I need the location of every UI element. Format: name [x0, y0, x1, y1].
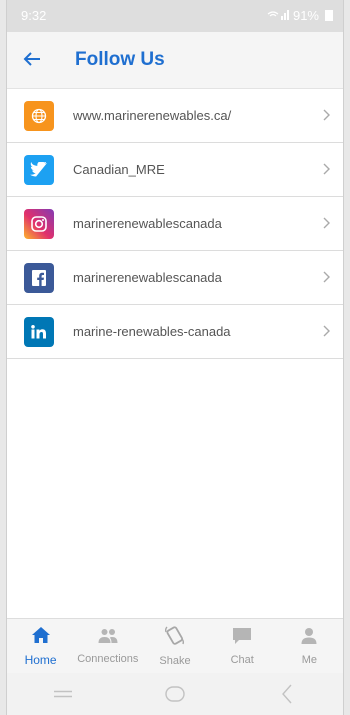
chevron-right-icon [323, 213, 331, 234]
people-icon [97, 628, 119, 649]
chat-icon [232, 627, 252, 650]
chevron-right-icon [323, 321, 331, 342]
tab-label: Connections [77, 652, 139, 665]
shake-phone-icon [164, 625, 186, 651]
link-row-twitter[interactable]: Canadian_MRE [7, 143, 343, 197]
status-time: 9:32 [21, 8, 47, 23]
tab-chat[interactable]: Chat [209, 619, 276, 673]
link-row-facebook[interactable]: marinerenewablescanada [7, 251, 343, 305]
recent-apps-icon[interactable] [48, 679, 78, 709]
bottom-tab-bar: Home Connections Shake Chat Me [7, 618, 343, 673]
link-row-instagram[interactable]: marinerenewablescanada [7, 197, 343, 251]
social-links-list: www.marinerenewables.ca/ Canadian_MRE ma… [7, 89, 343, 359]
status-right: 91% [267, 8, 333, 23]
status-bar: 9:32 91% [7, 0, 343, 32]
instagram-icon [24, 208, 54, 239]
battery-percent: 91% [292, 8, 319, 23]
link-row-website[interactable]: www.marinerenewables.ca/ [7, 89, 343, 143]
tab-label: Me [301, 653, 318, 666]
facebook-icon [24, 262, 54, 293]
twitter-icon [24, 154, 54, 185]
home-button-icon[interactable] [160, 679, 190, 709]
link-label: marine-renewables-canada [73, 324, 231, 339]
link-label: www.marinerenewables.ca/ [73, 108, 232, 123]
chevron-right-icon [323, 267, 331, 288]
tab-me[interactable]: Me [276, 619, 343, 673]
wifi-signal-icon [267, 8, 289, 23]
page-title: Follow Us [75, 49, 165, 70]
arrow-left-icon[interactable] [23, 47, 45, 73]
linkedin-icon [24, 316, 54, 347]
tab-label: Home [24, 652, 57, 667]
link-label: Canadian_MRE [73, 162, 165, 177]
globe-icon [24, 100, 54, 131]
link-row-linkedin[interactable]: marine-renewables-canada [7, 305, 343, 359]
header: Follow Us [7, 32, 343, 89]
phone-screen: 9:32 91% Follow Us www.marinerenewables.… [6, 0, 344, 715]
link-label: marinerenewablescanada [73, 270, 222, 285]
tab-label: Shake [159, 654, 191, 667]
battery-icon [325, 10, 333, 21]
system-nav-bar [7, 673, 343, 715]
person-icon [300, 627, 318, 650]
tab-label: Chat [230, 653, 254, 666]
tab-connections[interactable]: Connections [74, 619, 141, 673]
tab-shake[interactable]: Shake [141, 619, 208, 673]
tab-home[interactable]: Home [7, 619, 74, 673]
back-button-icon[interactable] [272, 679, 302, 709]
home-icon [31, 626, 51, 649]
link-label: marinerenewablescanada [73, 216, 222, 231]
chevron-right-icon [323, 105, 331, 126]
chevron-right-icon [323, 159, 331, 180]
